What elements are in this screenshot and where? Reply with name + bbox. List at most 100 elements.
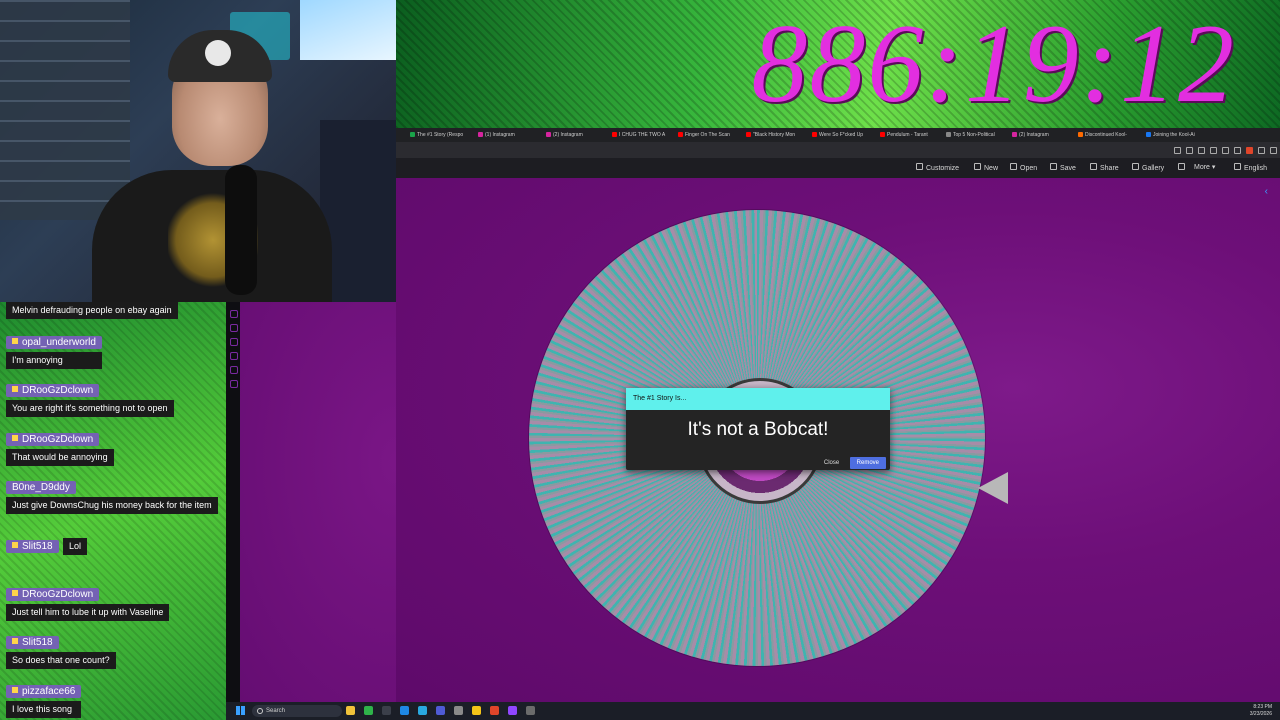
page-toolbar: Customize New Open Save Share Gallery Mo… <box>396 158 1280 178</box>
brave-icon[interactable] <box>490 706 499 715</box>
save-button[interactable]: Save <box>1050 163 1076 172</box>
browser-tab[interactable]: (1) Instagram <box>478 130 515 140</box>
tab-label: "Black History Mon <box>753 132 796 138</box>
collapse-sidebar-icon[interactable]: ‹ <box>1265 186 1268 197</box>
gallery-button[interactable]: Gallery <box>1132 163 1164 172</box>
telegram-icon[interactable] <box>418 706 427 715</box>
app-icon[interactable] <box>472 706 481 715</box>
shield-icon[interactable] <box>1234 147 1241 154</box>
background-window <box>300 0 396 60</box>
sidebar-icon[interactable] <box>230 324 238 332</box>
browser-tab[interactable]: Discontinued Kool- <box>1078 130 1127 140</box>
tab-label: (1) Instagram <box>485 132 515 138</box>
browser-tab[interactable]: (2) Instagram <box>546 130 583 140</box>
language-select[interactable]: English <box>1234 163 1267 172</box>
browser-tab[interactable]: Pendulum - Tarant <box>880 130 928 140</box>
address-bar[interactable] <box>396 142 1280 158</box>
chat-message-text: Melvin defrauding people on ebay again <box>6 302 178 319</box>
extension-icon[interactable] <box>1186 147 1193 154</box>
chat-username: pizzaface66 <box>6 685 82 698</box>
sub-badge-icon <box>12 590 18 596</box>
twitch-icon[interactable] <box>508 706 517 715</box>
xbox-icon[interactable] <box>364 706 373 715</box>
file-explorer-icon[interactable] <box>346 706 355 715</box>
chat-message-text: I'm annoying <box>6 352 102 369</box>
save-label: Save <box>1060 165 1076 172</box>
sidebar-icon[interactable] <box>230 380 238 388</box>
chat-username: Slit518 <box>6 636 59 649</box>
browser-tab[interactable]: Joining the Kool-Ai <box>1146 130 1195 140</box>
chat-username: opal_underworld <box>6 336 102 349</box>
extension-icon[interactable] <box>1174 147 1181 154</box>
system-tray-clock[interactable]: 8:23 PM 3/23/2026 <box>1250 704 1272 718</box>
page-background-left <box>240 302 396 702</box>
taskbar-search[interactable]: Search <box>252 705 342 717</box>
chat-message: DRooGzDclown That would be annoying <box>6 429 114 466</box>
sidebar-icon[interactable] <box>230 338 238 346</box>
chat-username: DRooGzDclown <box>6 588 100 601</box>
heart-icon[interactable] <box>1222 147 1229 154</box>
new-button[interactable]: New <box>974 163 998 172</box>
chat-message: pizzaface66 I love this song <box>6 681 82 718</box>
app-icon[interactable] <box>526 706 535 715</box>
new-label: New <box>984 165 999 172</box>
open-label: Open <box>1020 165 1038 172</box>
download-icon[interactable] <box>1258 147 1265 154</box>
tab-label: (2) Instagram <box>1019 132 1049 138</box>
dialog-title: The #1 Story Is... <box>626 388 890 410</box>
chat-message: Melvin defrauding people on ebay again <box>6 302 178 319</box>
steam-icon[interactable] <box>382 706 391 715</box>
new-file-icon <box>974 163 981 170</box>
clock-date: 3/23/2026 <box>1249 711 1272 717</box>
tab-label: Finger On The Scan <box>685 132 730 138</box>
profile-icon[interactable] <box>1246 147 1253 154</box>
browser-tab[interactable]: Were So F*cked Up <box>812 130 863 140</box>
chat-message-text: So does that one count? <box>6 652 116 669</box>
search-placeholder: Search <box>266 708 286 714</box>
chat-message-text: Just tell him to lube it up with Vaselin… <box>6 604 170 621</box>
customize-button[interactable]: Customize <box>916 163 959 172</box>
extension-icon[interactable] <box>1198 147 1205 154</box>
menu-icon[interactable] <box>1270 147 1277 154</box>
browser-side-strip <box>226 302 240 720</box>
browser-tab[interactable]: I CHUG THE TWO A <box>612 130 665 140</box>
chat-username-text: DRooGzDclown <box>22 385 94 396</box>
browser-tab[interactable]: "Black History Mon <box>746 130 795 140</box>
fullscreen-button[interactable] <box>1178 163 1188 172</box>
search-icon <box>257 708 263 714</box>
windows-start-icon[interactable] <box>236 706 245 715</box>
remove-button[interactable]: Remove <box>849 457 886 469</box>
chat-message: DRooGzDclown You are right it's somethin… <box>6 380 174 417</box>
browser-tab[interactable]: (2) Instagram <box>1012 130 1049 140</box>
sidebar-icon[interactable] <box>230 366 238 374</box>
more-label: More <box>1194 164 1210 171</box>
share-button[interactable]: Share <box>1090 163 1119 172</box>
share-label: Share <box>1100 165 1119 172</box>
instagram-icon <box>546 132 551 137</box>
chat-message-text: Lol <box>63 538 88 555</box>
tab-favicon-icon <box>410 132 415 137</box>
sidebar-icon[interactable] <box>230 352 238 360</box>
sidebar-icon[interactable] <box>230 310 238 318</box>
tab-label: (2) Instagram <box>553 132 583 138</box>
browser-tab[interactable]: Top 5 Non-Political <box>946 130 995 140</box>
open-button[interactable]: Open <box>1010 163 1037 172</box>
browser-tab[interactable]: The #1 Story (Respo <box>410 130 463 140</box>
sub-badge-icon <box>12 338 18 344</box>
chat-message: opal_underworld I'm annoying <box>6 332 102 369</box>
app-icon[interactable] <box>436 706 445 715</box>
youtube-icon <box>746 132 751 137</box>
settings-icon[interactable] <box>454 706 463 715</box>
browser-tab[interactable]: Finger On The Scan <box>678 130 730 140</box>
microphone <box>225 165 257 295</box>
chat-username-text: B0ne_D9ddy <box>12 482 70 493</box>
chat-message-text: That would be annoying <box>6 449 114 466</box>
edge-icon[interactable] <box>400 706 409 715</box>
chat-message-text: I love this song <box>6 701 82 718</box>
more-button[interactable]: More ▾ <box>1194 163 1215 171</box>
sub-badge-icon <box>12 687 18 693</box>
close-button[interactable]: Close <box>818 457 845 469</box>
play-icon[interactable] <box>1210 147 1217 154</box>
chat-message: Slit518 Lol <box>6 536 88 555</box>
youtube-icon <box>812 132 817 137</box>
